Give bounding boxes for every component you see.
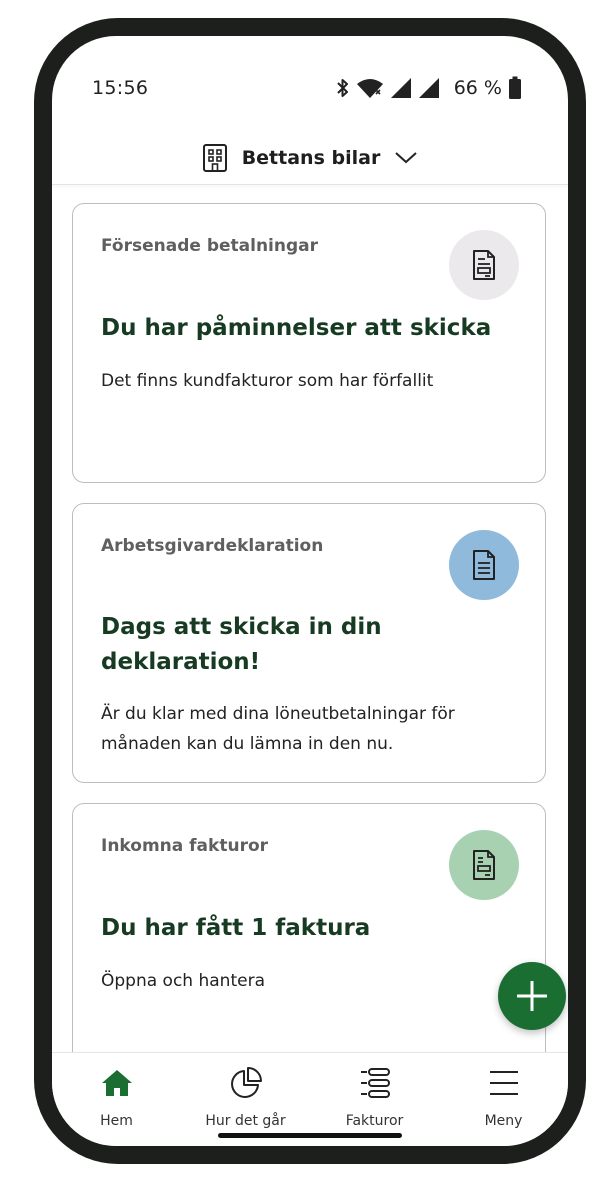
document-icon	[473, 550, 495, 580]
menu-icon	[489, 1071, 518, 1095]
invoice-icon	[473, 250, 495, 280]
list-icon	[360, 1068, 390, 1098]
plus-icon	[517, 981, 547, 1011]
building-icon	[202, 144, 227, 172]
wifi-icon	[356, 79, 383, 98]
card-icon-circle	[449, 830, 519, 900]
signal-icon	[418, 78, 439, 98]
dashboard-content[interactable]: Försenade betalningar Du har påminnelser…	[52, 186, 568, 1052]
card-category: Försenade betalningar	[101, 236, 319, 256]
pie-chart-icon	[230, 1067, 262, 1098]
status-icons: 66 %	[336, 76, 522, 100]
screen: 15:56 66 % Bettans bilar Försenade betal…	[52, 36, 568, 1146]
company-selector[interactable]: Bettans bilar	[52, 132, 568, 185]
card-title: Du har påminnelser att skicka	[101, 315, 492, 341]
card-icon-circle	[449, 530, 519, 600]
card-overdue-payments[interactable]: Försenade betalningar Du har påminnelser…	[72, 203, 546, 483]
nav-label: Fakturor	[345, 1113, 404, 1129]
card-category: Arbetsgivardeklaration	[101, 536, 324, 556]
bottom-nav: Hem Hur det går Fakturor Meny	[52, 1052, 568, 1146]
company-name: Bettans bilar	[241, 147, 381, 169]
received-invoice-icon	[473, 850, 495, 880]
nav-item-home[interactable]: Hem	[52, 1053, 181, 1146]
nav-label: Hem	[100, 1113, 133, 1129]
bluetooth-icon	[337, 79, 348, 97]
card-incoming-invoices[interactable]: Inkomna fakturor Du har fått 1 faktura Ö…	[72, 803, 546, 1052]
card-description: Öppna och hantera	[101, 971, 265, 991]
chevron-down-icon	[395, 152, 417, 164]
card-title: Du har fått 1 faktura	[101, 915, 371, 941]
nav-icon-wrap	[357, 1065, 393, 1101]
nav-label: Hur det går	[205, 1113, 286, 1129]
battery-icon	[509, 76, 521, 99]
card-description: Det finns kundfakturor som har förfallit	[101, 371, 434, 391]
status-bar: 15:56 66 %	[52, 36, 568, 116]
card-description: Är du klar med dina löneutbetalningar fö…	[101, 704, 455, 754]
nav-item-menu[interactable]: Meny	[439, 1053, 568, 1146]
home-indicator[interactable]	[218, 1133, 402, 1138]
signal-icon	[390, 78, 411, 98]
nav-icon-wrap	[228, 1065, 264, 1101]
phone-frame: 15:56 66 % Bettans bilar Försenade betal…	[34, 18, 586, 1164]
home-icon	[101, 1070, 132, 1096]
card-employer-declaration[interactable]: Arbetsgivardeklaration Dags att skicka i…	[72, 503, 546, 783]
status-time: 15:56	[92, 77, 149, 99]
nav-icon-wrap	[486, 1065, 522, 1101]
card-icon-circle	[449, 230, 519, 300]
card-title: Dags att skicka in din deklaration!	[101, 614, 382, 675]
card-category: Inkomna fakturor	[101, 836, 269, 856]
nav-label: Meny	[484, 1113, 523, 1129]
add-button[interactable]	[498, 962, 566, 1030]
nav-icon-wrap	[99, 1065, 135, 1101]
battery-percentage: 66 %	[453, 77, 502, 99]
